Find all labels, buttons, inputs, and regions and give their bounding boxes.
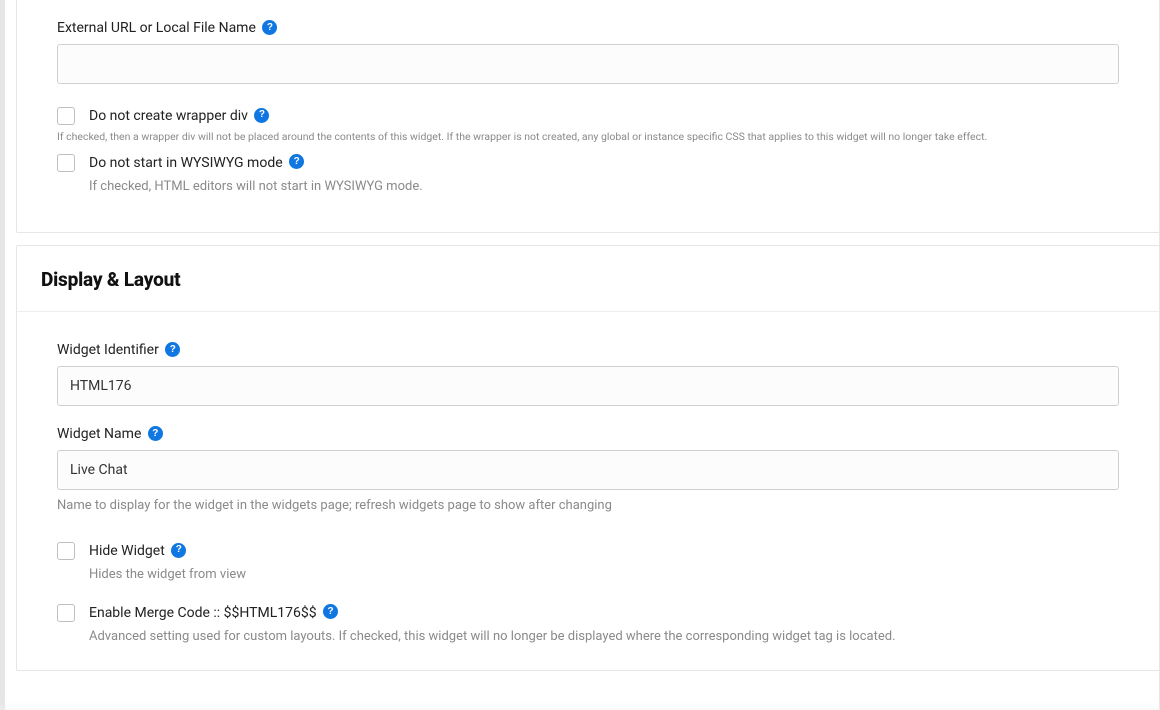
widget-identifier-field: Widget Identifier ? <box>57 342 1119 406</box>
wysiwyg-checkbox[interactable] <box>57 154 75 172</box>
help-icon[interactable]: ? <box>171 543 186 558</box>
merge-code-checkbox[interactable] <box>57 604 75 622</box>
label-text: Hide Widget <box>89 543 165 559</box>
widget-name-field: Widget Name ? Name to display for the wi… <box>57 426 1119 513</box>
settings-panel-top: External URL or Local File Name ? Do not… <box>16 0 1160 233</box>
wrapper-div-checkbox[interactable] <box>57 107 75 125</box>
external-url-input[interactable] <box>57 44 1119 84</box>
help-icon[interactable]: ? <box>148 426 163 441</box>
widget-name-input[interactable] <box>57 450 1119 490</box>
hide-widget-checkbox[interactable] <box>57 542 75 560</box>
label-text: Widget Identifier <box>57 342 159 358</box>
hide-widget-checkbox-row: Hide Widget ? <box>57 541 1119 561</box>
merge-code-checkbox-row: Enable Merge Code :: $$HTML176$$ ? <box>57 603 1119 623</box>
label-text: External URL or Local File Name <box>57 20 256 36</box>
label-text: Do not create wrapper div <box>89 108 248 124</box>
wrapper-div-checkbox-row: Do not create wrapper div ? <box>57 106 1119 126</box>
widget-identifier-label: Widget Identifier ? <box>57 342 1119 358</box>
hide-widget-label: Hide Widget ? <box>89 541 186 561</box>
display-layout-panel: Display & Layout Widget Identifier ? Wid… <box>16 245 1160 671</box>
help-icon[interactable]: ? <box>165 342 180 357</box>
widget-identifier-input[interactable] <box>57 366 1119 406</box>
external-url-label: External URL or Local File Name ? <box>57 20 1119 36</box>
wrapper-div-note: If checked, then a wrapper div will not … <box>57 130 1119 145</box>
label-text: Do not start in WYSIWYG mode <box>89 155 283 171</box>
help-icon[interactable]: ? <box>323 604 338 619</box>
wysiwyg-checkbox-row: Do not start in WYSIWYG mode ? <box>57 153 1119 173</box>
external-url-field: External URL or Local File Name ? <box>57 20 1119 84</box>
merge-code-label: Enable Merge Code :: $$HTML176$$ ? <box>89 603 338 623</box>
merge-code-note: Advanced setting used for custom layouts… <box>89 627 1119 647</box>
panel-header: Display & Layout <box>17 246 1159 312</box>
wrapper-div-label: Do not create wrapper div ? <box>89 106 269 126</box>
widget-name-label: Widget Name ? <box>57 426 1119 442</box>
help-icon[interactable]: ? <box>262 20 277 35</box>
section-heading: Display & Layout <box>41 268 1135 291</box>
label-text: Enable Merge Code :: $$HTML176$$ <box>89 605 317 621</box>
widget-name-note: Name to display for the widget in the wi… <box>57 498 1119 513</box>
help-icon[interactable]: ? <box>254 108 269 123</box>
wysiwyg-label: Do not start in WYSIWYG mode ? <box>89 153 304 173</box>
wysiwyg-note: If checked, HTML editors will not start … <box>89 177 1119 197</box>
help-icon[interactable]: ? <box>289 154 304 169</box>
hide-widget-note: Hides the widget from view <box>89 565 1119 585</box>
label-text: Widget Name <box>57 426 141 442</box>
